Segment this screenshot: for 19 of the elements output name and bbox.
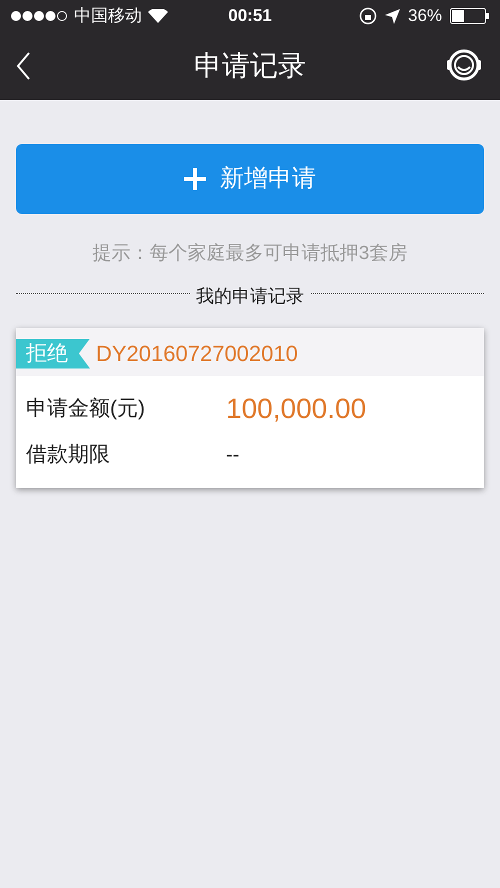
carrier-name: 中国移动	[74, 5, 142, 28]
back-chevron-icon	[16, 52, 30, 80]
location-arrow-icon	[384, 8, 400, 24]
wifi-icon	[148, 9, 168, 23]
battery-percent: 36%	[408, 5, 442, 28]
signal-icon	[10, 10, 68, 22]
field-value: --	[226, 442, 240, 468]
field-label: 借款期限	[26, 442, 111, 468]
battery-icon	[450, 8, 490, 24]
field-value: 100,000.00	[226, 392, 366, 426]
rotation-lock-icon	[358, 7, 377, 25]
plus-icon	[184, 168, 206, 190]
status-tag: 拒绝	[16, 338, 90, 368]
record-number: DY20160727002010	[96, 340, 298, 368]
clock-time: 00:51	[228, 5, 272, 28]
new-application-button[interactable]: 新增申请	[16, 144, 484, 214]
hint-text: 提示：每个家庭最多可申请抵押3套房	[92, 242, 408, 266]
field-label: 申请金额(元)	[26, 396, 146, 422]
page-title: 申请记录	[193, 49, 307, 83]
